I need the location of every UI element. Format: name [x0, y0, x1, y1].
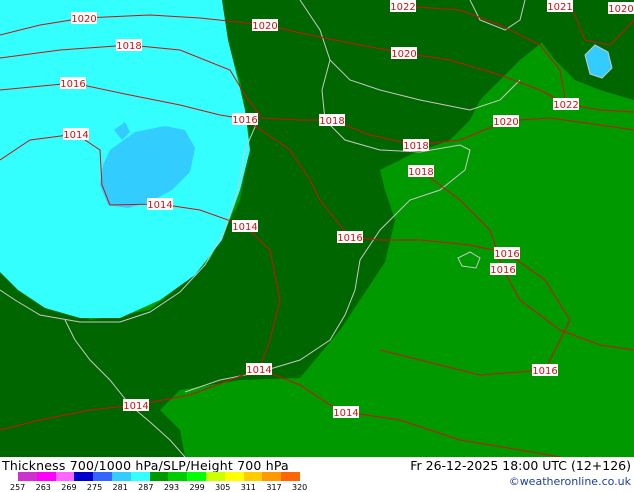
isobar-label-text: 1021 — [547, 2, 572, 13]
isobar-label-text: 1018 — [403, 141, 428, 152]
isobar-label-text: 1020 — [71, 14, 96, 25]
isobar-label-text: 1018 — [319, 116, 344, 127]
isobar-label-text: 1022 — [553, 100, 578, 111]
isobar-label-text: 1020 — [493, 117, 518, 128]
color-scale — [18, 472, 301, 481]
thickness-map: 1020 1020 1022 1021 1020 1018 1020 1016 1022 1014… — [0, 0, 634, 457]
scale-swatch — [74, 472, 94, 481]
isobar-label: 1016 — [532, 364, 558, 377]
scale-tick-label: 287 — [138, 483, 154, 492]
isobar-label-text: 1022 — [390, 2, 415, 13]
scale-tick-label: 263 — [35, 483, 51, 492]
scale-tick-label: 257 — [10, 483, 26, 492]
scale-swatch — [168, 472, 188, 481]
scale-swatch — [149, 472, 169, 481]
scale-swatch — [187, 472, 207, 481]
isobar-label: 1016 — [490, 263, 516, 276]
isobar-label-text: 1020 — [608, 4, 633, 15]
scale-swatch — [281, 472, 301, 481]
isobar-label-text: 1014 — [232, 222, 257, 233]
isobar-label: 1018 — [116, 39, 142, 52]
scale-tick-label: 275 — [86, 483, 103, 492]
scale-tick-label: 317 — [266, 483, 282, 492]
scale-swatch — [112, 472, 132, 481]
isobar-label-text: 1018 — [116, 41, 141, 52]
isobar-label: 1014 — [147, 198, 173, 211]
scale-tick-label: 311 — [240, 483, 256, 492]
isobar-label: 1020 — [391, 47, 417, 60]
isobar-label: 1016 — [60, 77, 86, 90]
isobar-label: 1018 — [319, 114, 345, 127]
isobar-label-text: 1014 — [147, 200, 172, 211]
scale-swatch — [18, 472, 38, 481]
forecast-datetime: Fr 26-12-2025 18:00 UTC (12+126) — [410, 458, 631, 473]
scale-tick-label: 299 — [189, 483, 205, 492]
scale-tick-label: 305 — [215, 483, 231, 492]
scale-swatch — [206, 472, 226, 481]
credit-link[interactable]: ©weatheronline.co.uk — [509, 475, 631, 488]
isobar-label-text: 1016 — [490, 265, 515, 276]
scale-tick-label: 269 — [61, 483, 77, 492]
isobar-label-text: 1016 — [60, 79, 85, 90]
isobar-label: 1018 — [403, 139, 429, 152]
scale-swatch — [224, 472, 245, 481]
isobar-label: 1020 — [252, 19, 278, 32]
isobar-label-text: 1016 — [494, 249, 519, 260]
scale-swatch — [93, 472, 113, 481]
scale-swatch — [262, 472, 282, 481]
isobar-label: 1014 — [232, 220, 258, 233]
isobar-label: 1016 — [337, 231, 363, 244]
scale-swatch — [36, 472, 57, 481]
isobar-label-text: 1020 — [391, 49, 416, 60]
isobar-label-text: 1014 — [333, 408, 358, 419]
scale-swatch — [55, 472, 75, 481]
isobar-label-text: 1016 — [232, 115, 257, 126]
scale-tick-label: 293 — [163, 483, 180, 492]
scale-tick-label: 320 — [292, 483, 308, 492]
isobar-label: 1014 — [333, 406, 359, 419]
isobar-label: 1016 — [232, 113, 258, 126]
map-title: Thickness 700/1000 hPa/SLP/Height 700 hP… — [2, 458, 289, 473]
isobar-label: 1018 — [408, 165, 434, 178]
isobar-label-text: 1016 — [532, 366, 557, 377]
isobar-label-text: 1014 — [123, 401, 148, 412]
isobar-label: 1022 — [553, 98, 579, 111]
isobar-label-text: 1018 — [408, 167, 433, 178]
scale-swatch — [243, 472, 263, 481]
scale-tick-label: 281 — [112, 483, 128, 492]
isobar-label: 1014 — [123, 399, 149, 412]
scale-swatch — [130, 472, 151, 481]
isobar-label: 1022 — [390, 0, 416, 13]
isobar-label: 1014 — [246, 363, 272, 376]
isobar-label: 1014 — [63, 128, 89, 141]
isobar-label-text: 1014 — [63, 130, 88, 141]
isobar-label-text: 1014 — [246, 365, 271, 376]
isobar-label-text: 1020 — [252, 21, 277, 32]
isobar-label: 1020 — [608, 2, 634, 15]
isobar-label: 1016 — [494, 247, 520, 260]
weather-map-view: 1020 1020 1022 1021 1020 1018 1020 1016 1022 1014… — [0, 0, 634, 492]
isobar-label: 1021 — [547, 0, 573, 13]
isobar-label-text: 1016 — [337, 233, 362, 244]
isobar-label: 1020 — [71, 12, 97, 25]
isobar-label: 1020 — [493, 115, 519, 128]
